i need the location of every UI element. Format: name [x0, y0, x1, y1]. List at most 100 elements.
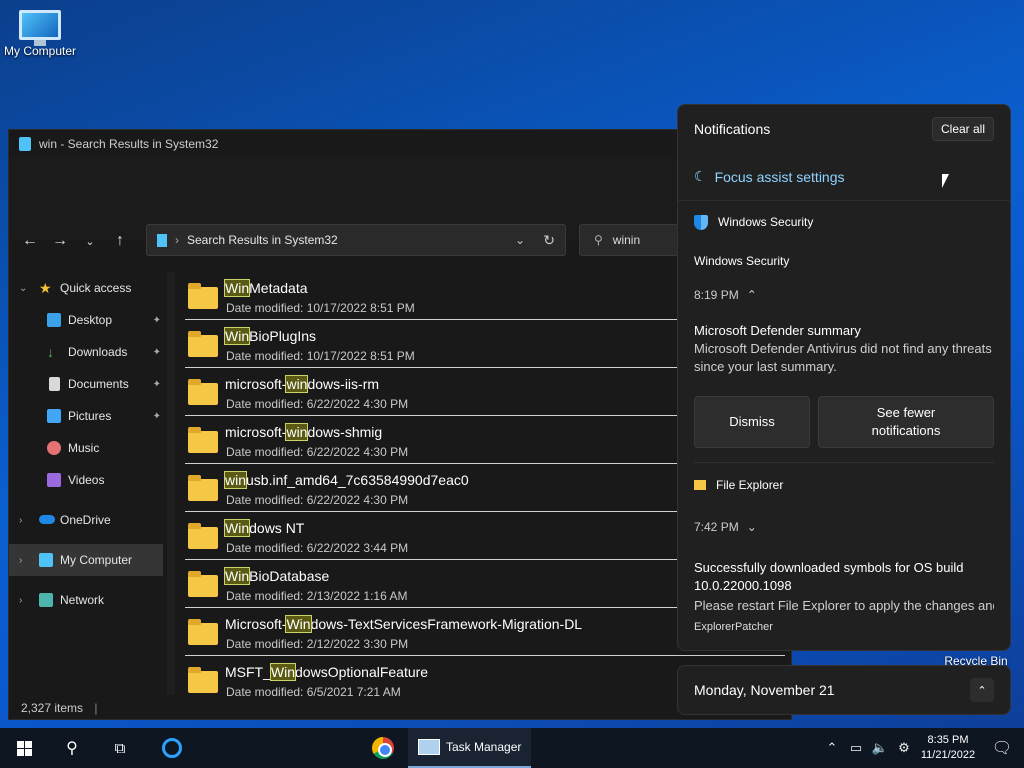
chevron-down-icon[interactable]: ⌄: [75, 235, 105, 248]
file-explorer-notification-group: File Explorer 7:42 PM ⌄ Successfully dow…: [678, 463, 1010, 633]
notification-center: Notifications Clear all ☾ Focus assist s…: [677, 104, 1011, 651]
back-arrow-icon[interactable]: ←: [15, 232, 45, 250]
volume-icon[interactable]: 🔈: [868, 740, 892, 756]
file-name: Windows NT: [223, 519, 304, 537]
search-highlight: Win: [223, 567, 251, 585]
sidebar-item-desktop[interactable]: Desktop ✦: [9, 304, 167, 336]
chevron-down-icon[interactable]: ⌄: [747, 520, 757, 534]
file-date-modified: Date modified: 2/12/2022 3:30 PM: [226, 637, 409, 651]
search-highlight: win: [223, 471, 248, 489]
pin-icon: ✦: [152, 346, 161, 358]
network-icon[interactable]: ▭: [844, 740, 868, 756]
download-icon: ↓: [47, 344, 54, 360]
sidebar-item-onedrive[interactable]: › OneDrive: [9, 504, 167, 536]
security-time-row[interactable]: 8:19 PM ⌃: [694, 279, 994, 311]
chevron-right-icon[interactable]: ›: [19, 595, 22, 606]
sidebar-item-label: Music: [68, 441, 100, 455]
sidebar-item-label: My Computer: [60, 553, 133, 567]
gear-icon[interactable]: ⚙: [892, 740, 916, 756]
notification-header: Notifications Clear all: [678, 105, 1010, 153]
moon-icon: ☾: [694, 168, 707, 184]
sidebar-item-pictures[interactable]: Pictures ✦: [9, 400, 167, 432]
notification-icon[interactable]: 🗨: [980, 738, 1024, 758]
sidebar-item-documents[interactable]: Documents ✦: [9, 368, 167, 400]
pane-divider[interactable]: [167, 272, 175, 695]
folder-icon: [188, 283, 218, 309]
clear-all-button[interactable]: Clear all: [931, 117, 994, 141]
file-name: Microsoft-Windows-TextServicesFramework-…: [225, 615, 582, 633]
chrome-taskbar-button[interactable]: [358, 728, 408, 768]
chevron-right-icon[interactable]: ›: [19, 555, 22, 566]
folder-icon: [188, 619, 218, 645]
search-icon: ⚲: [594, 233, 603, 247]
task-manager-taskbar-button[interactable]: Task Manager: [408, 728, 532, 768]
up-arrow-icon[interactable]: ↑: [105, 232, 135, 250]
network-icon: [39, 593, 53, 607]
file-name-suffix: BioPlugIns: [249, 328, 317, 344]
clock-date: 11/21/2022: [920, 749, 976, 761]
search-highlight: Win: [269, 663, 297, 681]
address-bar[interactable]: › Search Results in System32 ⌄ ↻: [146, 224, 566, 256]
search-highlight: win: [285, 375, 309, 393]
sidebar-item-network[interactable]: › Network: [9, 584, 167, 616]
forward-arrow-icon[interactable]: →: [45, 232, 75, 250]
window-title: win - Search Results in System32: [39, 137, 219, 151]
file-explorer-time-row[interactable]: 7:42 PM ⌄: [694, 507, 994, 547]
security-app-name: Windows Security: [718, 215, 814, 229]
file-name: MSFT_WindowsOptionalFeature: [225, 663, 429, 681]
search-highlight: Win: [223, 519, 251, 537]
chevron-up-icon[interactable]: ⌃: [970, 678, 994, 702]
file-name-suffix: dows-shmig: [307, 424, 383, 440]
sidebar-item-videos[interactable]: Videos: [9, 464, 167, 496]
clock[interactable]: 8:35 PM 11/21/2022: [916, 733, 980, 763]
task-view-button[interactable]: ⧉: [96, 728, 144, 768]
window-titlebar[interactable]: win - Search Results in System32: [9, 130, 791, 158]
chevron-right-icon[interactable]: ›: [19, 515, 22, 526]
start-button[interactable]: [0, 728, 48, 768]
pin-icon: ✦: [152, 410, 161, 422]
file-name-prefix: Microsoft-: [225, 616, 287, 632]
file-name-suffix: dowsOptionalFeature: [295, 664, 429, 680]
calendar-flyout-header: Monday, November 21 ⌃: [677, 665, 1011, 715]
symbols-downloaded-title: Successfully downloaded symbols for OS b…: [694, 560, 964, 593]
security-app-header: Windows Security: [694, 201, 994, 243]
chevron-up-icon[interactable]: ⌃: [747, 288, 757, 302]
sidebar-item-label: Pictures: [68, 409, 112, 423]
folder-icon: [188, 427, 218, 453]
cortana-button[interactable]: [144, 728, 200, 768]
sidebar-item-music[interactable]: Music: [9, 432, 167, 464]
calendar-date: Monday, November 21: [694, 682, 835, 698]
clock-time: 8:35 PM: [927, 734, 969, 746]
address-text: Search Results in System32: [187, 233, 338, 247]
chevron-up-icon[interactable]: ⌃: [820, 740, 844, 756]
search-icon: ⚲: [66, 740, 78, 757]
search-button[interactable]: ⚲: [48, 728, 96, 768]
focus-assist-settings-link[interactable]: ☾ Focus assist settings: [678, 153, 1010, 201]
system-tray: ⌃ ▭ 🔈 ⚙ 8:35 PM 11/21/2022 🗨: [820, 728, 1024, 768]
sidebar-item-my-computer[interactable]: › My Computer: [9, 544, 163, 576]
sidebar-item-downloads[interactable]: ↓ Downloads ✦: [9, 336, 167, 368]
dismiss-button[interactable]: Dismiss: [694, 396, 810, 448]
picture-icon: [47, 409, 61, 423]
security-group-title: Windows Security: [694, 254, 790, 268]
sidebar-item-quick-access[interactable]: ⌄ ★ Quick access: [9, 272, 167, 304]
file-name-prefix: microsoft-: [225, 424, 287, 440]
sidebar-item-label: Documents: [68, 377, 129, 391]
file-name: WinBioDatabase: [223, 567, 329, 585]
chevron-down-icon[interactable]: ⌄: [515, 233, 525, 247]
file-explorer-time: 7:42 PM: [694, 520, 739, 534]
folder-icon: [188, 379, 218, 405]
chevron-down-icon[interactable]: ⌄: [19, 283, 27, 294]
refresh-icon[interactable]: ↻: [543, 232, 555, 249]
status-bar: 2,327 items |: [21, 701, 98, 715]
see-fewer-notifications-button[interactable]: See fewer notifications: [818, 396, 994, 448]
computer-icon: [19, 10, 61, 46]
star-icon: ★: [39, 279, 52, 296]
search-highlight: Win: [223, 279, 251, 297]
folder-icon: [694, 480, 706, 490]
search-highlight: win: [285, 423, 309, 441]
folder-icon: [19, 137, 31, 151]
desktop-icon-my-computer[interactable]: My Computer: [0, 10, 80, 58]
file-date-modified: Date modified: 6/22/2022 3:44 PM: [226, 541, 409, 555]
pin-icon: ✦: [152, 314, 161, 326]
